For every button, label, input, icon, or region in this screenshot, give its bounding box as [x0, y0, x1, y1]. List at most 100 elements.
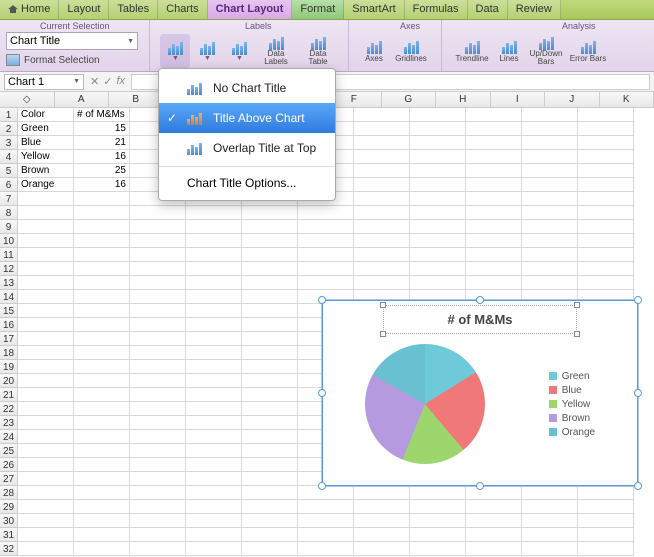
- cell[interactable]: [522, 206, 578, 220]
- lines-button[interactable]: Lines: [494, 34, 524, 68]
- cell[interactable]: [410, 486, 466, 500]
- cell[interactable]: [522, 486, 578, 500]
- row-header[interactable]: 28: [0, 486, 18, 500]
- cell[interactable]: [466, 192, 522, 206]
- row-header[interactable]: 23: [0, 416, 18, 430]
- cell[interactable]: [298, 542, 354, 556]
- cell[interactable]: [466, 500, 522, 514]
- cell[interactable]: Color: [18, 108, 74, 122]
- cell[interactable]: [242, 388, 298, 402]
- data-table-button[interactable]: Data Table: [298, 34, 338, 68]
- cell[interactable]: [18, 332, 74, 346]
- cell[interactable]: [74, 472, 130, 486]
- row-header[interactable]: 26: [0, 458, 18, 472]
- cell[interactable]: [130, 430, 186, 444]
- row-header[interactable]: 15: [0, 304, 18, 318]
- legend-button[interactable]: ▼: [224, 34, 254, 68]
- cell[interactable]: [242, 374, 298, 388]
- cell[interactable]: [18, 276, 74, 290]
- cell[interactable]: [466, 164, 522, 178]
- cell[interactable]: [410, 248, 466, 262]
- col-header[interactable]: I: [491, 92, 546, 108]
- cell[interactable]: [74, 220, 130, 234]
- cell[interactable]: 15: [74, 122, 130, 136]
- cell[interactable]: [410, 178, 466, 192]
- cell[interactable]: [242, 542, 298, 556]
- tab-formulas[interactable]: Formulas: [405, 0, 468, 19]
- cell[interactable]: [578, 122, 634, 136]
- cell[interactable]: [130, 402, 186, 416]
- cell[interactable]: [578, 486, 634, 500]
- cell[interactable]: [354, 136, 410, 150]
- row-header[interactable]: 14: [0, 290, 18, 304]
- cell[interactable]: [74, 500, 130, 514]
- cell[interactable]: [522, 136, 578, 150]
- cell[interactable]: [130, 346, 186, 360]
- cell[interactable]: [74, 388, 130, 402]
- cell[interactable]: 25: [74, 164, 130, 178]
- cell[interactable]: [74, 290, 130, 304]
- cell[interactable]: [578, 248, 634, 262]
- cell[interactable]: [410, 108, 466, 122]
- cell[interactable]: [354, 164, 410, 178]
- cell[interactable]: [74, 192, 130, 206]
- cell[interactable]: [74, 528, 130, 542]
- resize-handle[interactable]: [574, 331, 580, 337]
- resize-handle[interactable]: [574, 302, 580, 308]
- cell[interactable]: [186, 332, 242, 346]
- cell[interactable]: [18, 472, 74, 486]
- cell[interactable]: [466, 542, 522, 556]
- legend-item[interactable]: Blue: [549, 385, 595, 396]
- cell[interactable]: [354, 500, 410, 514]
- legend-item[interactable]: Yellow: [549, 399, 595, 410]
- cell[interactable]: [130, 290, 186, 304]
- cell[interactable]: [410, 528, 466, 542]
- cell[interactable]: [354, 262, 410, 276]
- cell[interactable]: [130, 528, 186, 542]
- row-header[interactable]: 9: [0, 220, 18, 234]
- cell[interactable]: [130, 458, 186, 472]
- cell[interactable]: [186, 472, 242, 486]
- cell[interactable]: [354, 108, 410, 122]
- cell[interactable]: [354, 122, 410, 136]
- cell[interactable]: [74, 262, 130, 276]
- cell[interactable]: [466, 108, 522, 122]
- cell[interactable]: [466, 248, 522, 262]
- confirm-icon[interactable]: ✓: [103, 75, 112, 88]
- cell[interactable]: [354, 178, 410, 192]
- row-header[interactable]: 5: [0, 164, 18, 178]
- cell[interactable]: [354, 248, 410, 262]
- cell[interactable]: [186, 346, 242, 360]
- cell[interactable]: [186, 276, 242, 290]
- chart-legend[interactable]: GreenBlueYellowBrownOrange: [549, 368, 595, 441]
- cell[interactable]: [74, 318, 130, 332]
- data-labels-button[interactable]: Data Labels: [256, 34, 296, 68]
- row-header[interactable]: 1: [0, 108, 18, 122]
- pie-chart[interactable]: [365, 344, 485, 464]
- cell[interactable]: [74, 514, 130, 528]
- row-header[interactable]: 22: [0, 402, 18, 416]
- cell[interactable]: [466, 206, 522, 220]
- cell[interactable]: [354, 234, 410, 248]
- cell[interactable]: [74, 248, 130, 262]
- cell[interactable]: [410, 150, 466, 164]
- cell[interactable]: [578, 136, 634, 150]
- cell[interactable]: [130, 248, 186, 262]
- cell[interactable]: [466, 528, 522, 542]
- cell[interactable]: [298, 528, 354, 542]
- cell[interactable]: [354, 220, 410, 234]
- cell[interactable]: [18, 248, 74, 262]
- cell[interactable]: [522, 178, 578, 192]
- cell[interactable]: [298, 262, 354, 276]
- resize-handle[interactable]: [634, 482, 642, 490]
- cell[interactable]: [186, 514, 242, 528]
- cell[interactable]: [18, 388, 74, 402]
- cell[interactable]: [130, 206, 186, 220]
- dd-chart-title-options[interactable]: Chart Title Options...: [159, 170, 335, 196]
- cell[interactable]: [298, 220, 354, 234]
- cell[interactable]: [522, 542, 578, 556]
- cell[interactable]: [74, 458, 130, 472]
- cell[interactable]: [74, 304, 130, 318]
- cell[interactable]: [242, 458, 298, 472]
- cell[interactable]: [186, 402, 242, 416]
